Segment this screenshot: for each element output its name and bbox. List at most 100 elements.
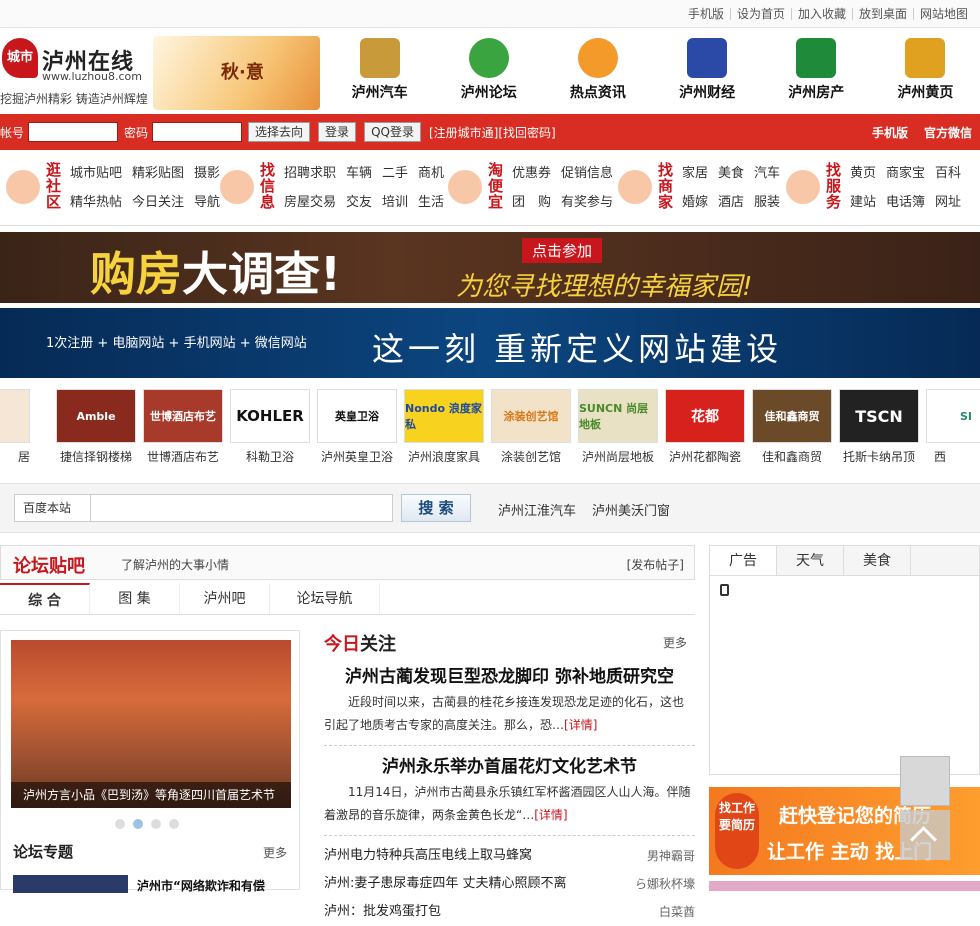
- set-homepage-link[interactable]: 设为首页: [729, 7, 791, 20]
- nav-auto[interactable]: 泸州汽车: [325, 36, 434, 102]
- cat-link[interactable]: 精华热帖: [70, 191, 122, 210]
- desktop-link[interactable]: 放到桌面: [851, 7, 913, 20]
- slide-photo[interactable]: 泸州方言小品《巴到汤》等角逐四川首届艺术节: [11, 640, 291, 808]
- slider-dot[interactable]: [115, 819, 125, 829]
- search-input[interactable]: [90, 494, 393, 522]
- cat-link[interactable]: 汽车: [754, 162, 780, 181]
- search-button[interactable]: 搜 索: [401, 494, 471, 522]
- house-survey-banner[interactable]: 购房大调查! 点击参加 为您寻找理想的幸福家园!: [0, 232, 980, 303]
- nav-house[interactable]: 泸州房产: [762, 36, 871, 102]
- cat-link[interactable]: 生活: [418, 191, 444, 210]
- brand-item[interactable]: 居: [0, 389, 30, 462]
- cat-link[interactable]: 美食: [718, 162, 744, 181]
- brand-item[interactable]: SI 西: [926, 389, 980, 462]
- cat-link[interactable]: 摄影: [194, 162, 220, 181]
- mobile-link[interactable]: 手机版: [682, 8, 730, 20]
- post-thread-link[interactable]: [发布帖子]: [627, 556, 684, 573]
- add-favorite-link[interactable]: 加入收藏: [790, 7, 852, 20]
- list-item[interactable]: 泸州:妻子患尿毒症四年 丈夫精心照顾不离 ら娜秋杯壕: [324, 870, 695, 898]
- tab-forum-nav[interactable]: 论坛导航: [270, 583, 380, 614]
- cat-link[interactable]: 黄页: [850, 162, 876, 181]
- category-title[interactable]: 找信息: [260, 162, 278, 210]
- cat-link[interactable]: 团 购: [512, 191, 551, 210]
- brand-item[interactable]: Nondo 浪度家私 泸州浪度家具: [404, 389, 484, 462]
- tab-food[interactable]: 美食: [844, 546, 911, 575]
- tab-luzhou-bar[interactable]: 泸州吧: [180, 583, 270, 614]
- forum-title[interactable]: 论坛贴吧: [13, 552, 85, 578]
- brand-item[interactable]: SUNCN 尚层地板 泸州尚层地板: [578, 389, 658, 462]
- cat-link[interactable]: 有奖参与: [561, 191, 613, 210]
- cat-link[interactable]: 精彩贴图: [132, 162, 184, 181]
- nav-yellowpages[interactable]: 泸州黄页: [871, 36, 980, 102]
- tab-gallery[interactable]: 图 集: [90, 583, 180, 614]
- cat-link[interactable]: 家居: [682, 162, 708, 181]
- login-button[interactable]: 登录: [318, 122, 357, 142]
- cat-link[interactable]: 交友: [346, 191, 372, 210]
- list-item[interactable]: 泸州电力特种兵高压电线上取马蜂窝 男神霸哥: [324, 842, 695, 870]
- join-survey-button[interactable]: 点击参加: [522, 238, 603, 263]
- category-title[interactable]: 逛社区: [46, 162, 64, 210]
- password-input[interactable]: [152, 122, 243, 142]
- category-title[interactable]: 淘便宜: [488, 162, 506, 210]
- brand-item[interactable]: 世博酒店布艺 世博酒店布艺: [143, 389, 223, 462]
- nav-forum[interactable]: 泸州论坛: [434, 36, 543, 102]
- hot-search-link[interactable]: 泸州江淮汽车: [498, 500, 576, 519]
- forum-topics-more[interactable]: 更多: [263, 844, 287, 861]
- cat-link[interactable]: 培训: [382, 191, 408, 210]
- cat-link[interactable]: 二手: [382, 162, 408, 181]
- topic-item[interactable]: 泸州市“网络欺诈和有偿: [137, 877, 265, 894]
- mobile-version-link[interactable]: 手机版: [864, 124, 916, 141]
- tab-ads[interactable]: 广告: [710, 546, 777, 575]
- cat-link[interactable]: 优惠券: [512, 162, 551, 181]
- slider-dot[interactable]: [151, 819, 161, 829]
- find-password-link[interactable]: [找回密码]: [498, 124, 555, 141]
- cat-link[interactable]: 今日关注: [132, 191, 184, 210]
- cat-link[interactable]: 网址: [935, 191, 961, 210]
- cat-link[interactable]: 服装: [754, 191, 780, 210]
- register-link[interactable]: [注册城市通]: [429, 124, 498, 141]
- list-item[interactable]: 泸州：批发鸡蛋打包 白菜酋: [324, 898, 695, 926]
- brand-item[interactable]: KOHLER 科勒卫浴: [230, 389, 310, 462]
- cat-link[interactable]: 酒店: [718, 191, 744, 210]
- brand-item[interactable]: 佳和鑫商贸 佳和鑫商贸: [752, 389, 832, 462]
- cat-link[interactable]: 建站: [850, 191, 876, 210]
- cat-link[interactable]: 车辆: [346, 162, 372, 181]
- slider-dot[interactable]: [133, 819, 143, 829]
- article-title[interactable]: 泸州古蔺发现巨型恐龙脚印 弥补地质研究空: [324, 662, 695, 687]
- cat-link[interactable]: 百科: [935, 162, 961, 181]
- cat-link[interactable]: 导航: [194, 191, 220, 210]
- search-scope-select[interactable]: 百度本站: [14, 494, 91, 522]
- cat-link[interactable]: 城市贴吧: [70, 162, 122, 181]
- brand-item[interactable]: 涂装创艺馆 涂装创艺馆: [491, 389, 571, 462]
- slider-dot[interactable]: [169, 819, 179, 829]
- topic-thumbnail[interactable]: [13, 875, 128, 893]
- brand-item[interactable]: TSCN 托斯卡纳吊顶: [839, 389, 919, 462]
- category-title[interactable]: 找服务: [826, 162, 844, 210]
- tab-weather[interactable]: 天气: [777, 546, 844, 575]
- article-detail-link[interactable]: [详情]: [534, 808, 567, 822]
- cat-link[interactable]: 婚嫁: [682, 191, 708, 210]
- wechat-link[interactable]: 官方微信: [916, 124, 980, 141]
- hot-search-link[interactable]: 泸州美沃门窗: [592, 500, 670, 519]
- destination-select[interactable]: 选择去向: [248, 122, 311, 142]
- cat-link[interactable]: 招聘求职: [284, 162, 336, 181]
- account-input[interactable]: [28, 122, 119, 142]
- today-more-link[interactable]: 更多: [663, 634, 687, 651]
- category-title[interactable]: 找商家: [658, 162, 676, 210]
- cat-link[interactable]: 商机: [418, 162, 444, 181]
- brand-item[interactable]: 花都 泸州花都陶瓷: [665, 389, 745, 462]
- cat-link[interactable]: 促销信息: [561, 162, 613, 181]
- cat-link[interactable]: 房屋交易: [284, 191, 336, 210]
- tab-general[interactable]: 综 合: [0, 583, 90, 614]
- cat-link[interactable]: 商家宝: [886, 162, 925, 181]
- nav-finance[interactable]: 泸州财经: [653, 36, 762, 102]
- qq-login-button[interactable]: QQ登录: [364, 122, 421, 142]
- sitemap-link[interactable]: 网站地图: [912, 7, 974, 20]
- cat-link[interactable]: 电话簿: [886, 191, 925, 210]
- brand-item[interactable]: 英皇卫浴 泸州英皇卫浴: [317, 389, 397, 462]
- website-building-banner[interactable]: 1次注册 + 电脑网站 + 手机网站 + 微信网站 这一刻 重新定义网站建设: [0, 308, 980, 378]
- article-detail-link[interactable]: [详情]: [564, 718, 597, 732]
- brand-item[interactable]: Amble 捷信择钢楼梯: [56, 389, 136, 462]
- nav-news[interactable]: 热点资讯: [543, 36, 652, 102]
- back-to-top-icon[interactable]: [900, 810, 950, 860]
